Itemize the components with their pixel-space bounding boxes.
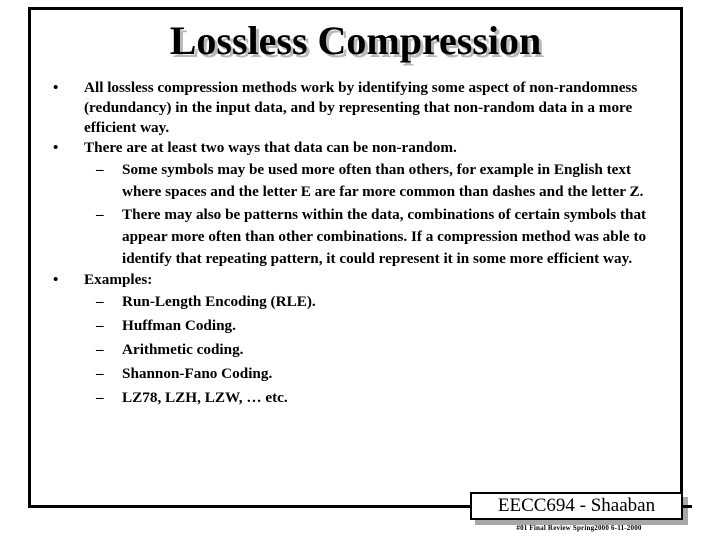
sub-bullet-text: There may also be patterns within the da… (122, 205, 647, 267)
footer-badge-box: EECC694 - Shaaban (470, 492, 683, 520)
bullet-marker-icon: • (53, 139, 59, 157)
example-item: – Run-Length Encoding (RLE). (44, 291, 674, 314)
examples-heading-text: Examples: (84, 271, 153, 289)
dash-marker-icon: – (96, 205, 104, 223)
example-item: – Huffman Coding. (44, 315, 674, 338)
example-text: Arithmetic coding. (122, 341, 244, 359)
slide: Lossless Compression • All lossless comp… (0, 0, 720, 540)
dash-marker-icon: – (96, 389, 104, 407)
example-text: LZ78, LZH, LZW, … etc. (122, 389, 288, 407)
bullet-item: • All lossless compression methods work … (44, 78, 674, 137)
dash-marker-icon: – (96, 365, 104, 383)
bullet-text: All lossless compression methods work by… (84, 79, 638, 136)
examples-heading: • Examples: (44, 270, 674, 290)
example-text: Shannon-Fano Coding. (122, 365, 273, 383)
examples-list: – Run-Length Encoding (RLE). – Huffman C… (44, 291, 674, 410)
slide-title: Lossless Compression (169, 18, 542, 63)
badge-connector-left (461, 505, 470, 508)
example-item: – LZ78, LZH, LZW, … etc. (44, 387, 674, 410)
bullet-marker-icon: • (53, 271, 59, 289)
slide-body: • All lossless compression methods work … (44, 78, 674, 411)
bullet-text: There are at least two ways that data ca… (84, 139, 457, 157)
dash-marker-icon: – (96, 161, 104, 179)
example-text: Huffman Coding. (122, 317, 236, 335)
footer-badge-text: EECC694 - Shaaban (497, 495, 656, 516)
sub-bullet-item: – Some symbols may be used more often th… (44, 159, 674, 203)
sub-bullet-text: Some symbols may be used more often than… (122, 161, 644, 201)
example-item: – Shannon-Fano Coding. (44, 363, 674, 386)
badge-connector-right (683, 505, 692, 508)
bullet-marker-icon: • (53, 79, 59, 96)
bullet-item: • There are at least two ways that data … (44, 138, 674, 158)
footer-badge: EECC694 - Shaaban (461, 492, 692, 525)
dash-marker-icon: – (96, 317, 104, 335)
dash-marker-icon: – (96, 341, 104, 359)
sub-bullet-item: – There may also be patterns within the … (44, 204, 674, 271)
footer-subtext: #01 Final Review Spring2000 6-11-2000 (516, 524, 642, 532)
example-text: Run-Length Encoding (RLE). (122, 293, 316, 310)
example-item: – Arithmetic coding. (44, 339, 674, 362)
dash-marker-icon: – (96, 293, 104, 310)
